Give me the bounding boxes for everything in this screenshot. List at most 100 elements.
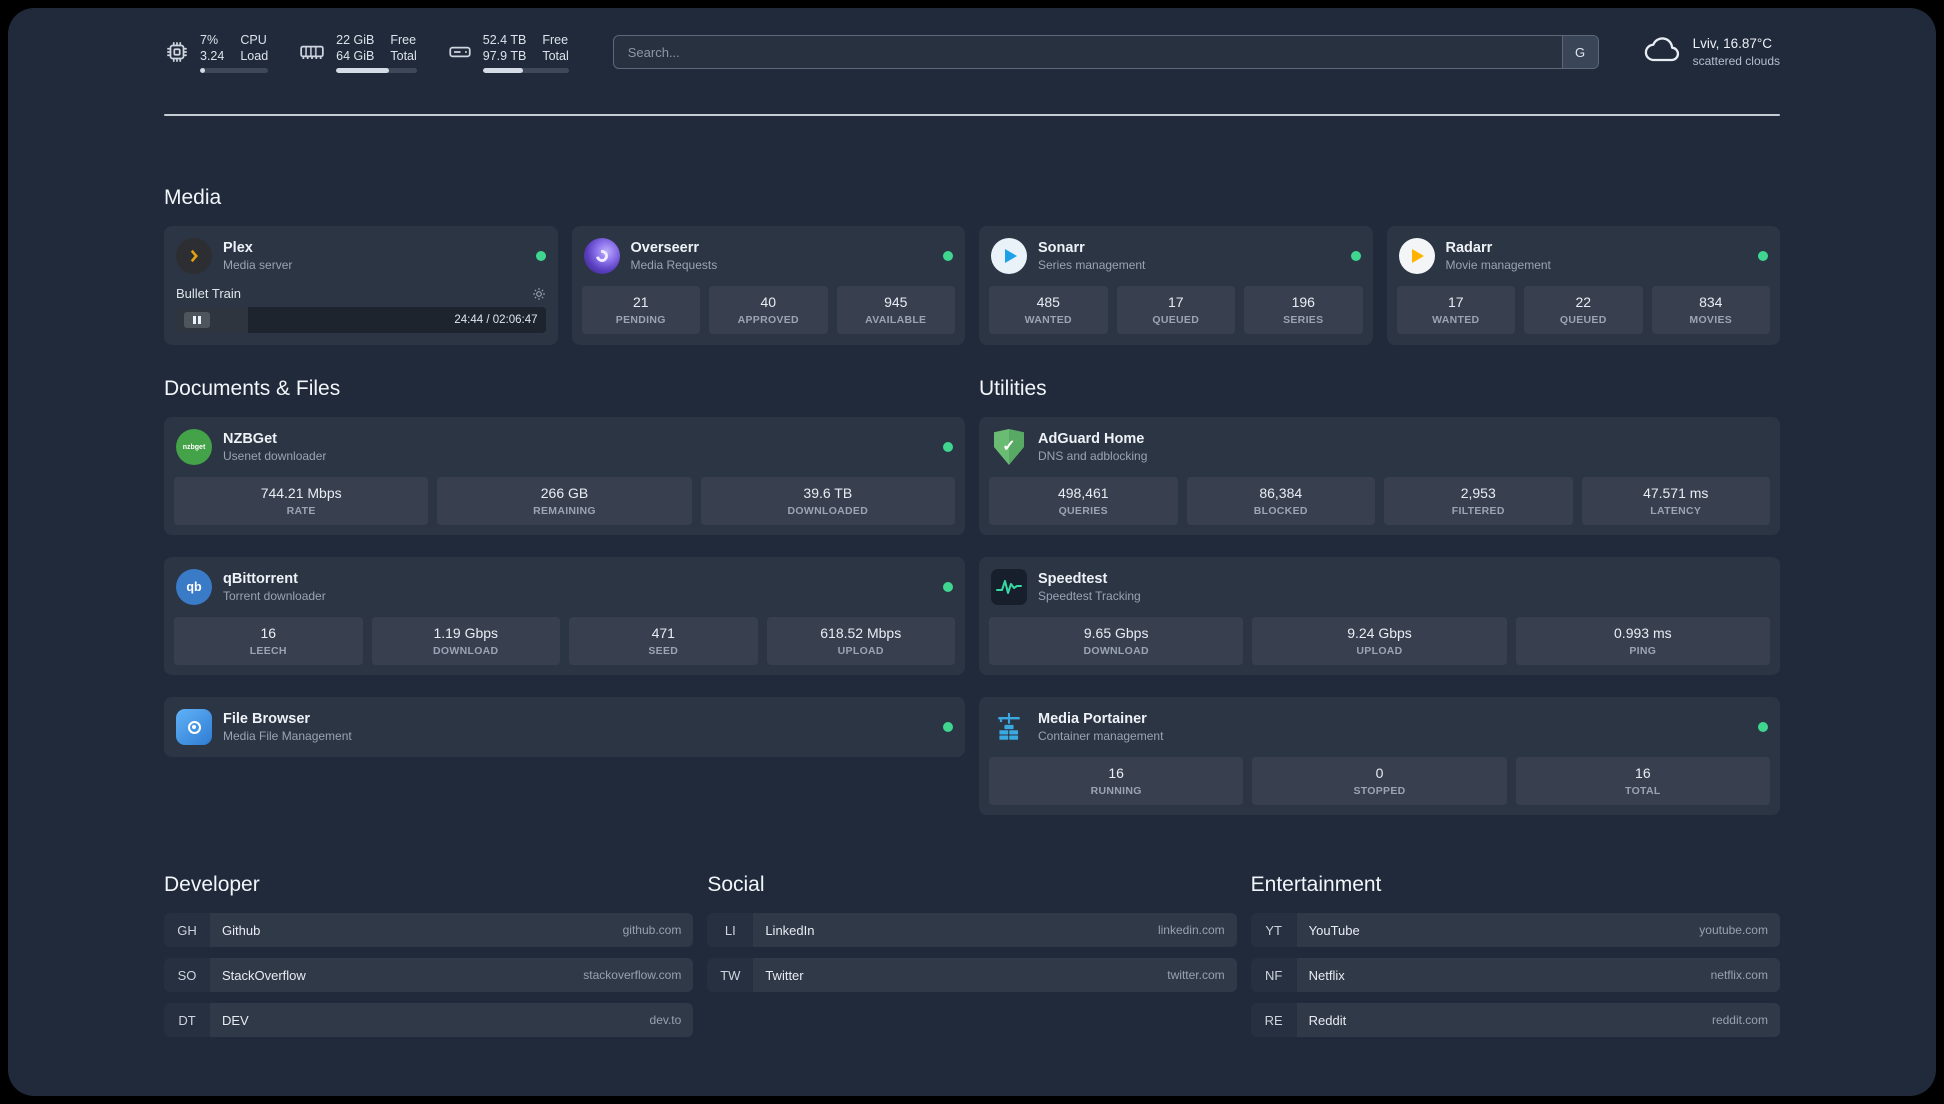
cpu-widget: 7% 3.24 CPU Load <box>164 32 269 73</box>
stat-latency: 47.571 ms LATENCY <box>1581 477 1770 525</box>
stat-download: 9.65 Gbps DOWNLOAD <box>989 617 1244 665</box>
sonarr-icon <box>991 238 1027 274</box>
service-subtitle: Media server <box>223 258 293 272</box>
speedtest-icon <box>991 569 1027 605</box>
cpu-load-label: Load <box>240 48 269 63</box>
memory-total-label: Total <box>390 48 417 63</box>
service-card-file-browser[interactable]: File Browser Media File Management <box>164 697 965 757</box>
service-card-media-portainer[interactable]: Media Portainer Container management 16 … <box>979 697 1780 815</box>
check-icon: ✓ <box>1002 437 1016 455</box>
bookmark-name: Netflix <box>1308 967 1345 983</box>
overseerr-icon <box>583 238 620 274</box>
stat-approved: 40 APPROVED <box>709 286 828 334</box>
status-dot <box>535 251 546 261</box>
service-name: Radarr <box>1445 240 1493 256</box>
dashboard: 7% 3.24 CPU Load 22 GiB 64 GiB Free Tota… <box>8 8 1936 1096</box>
stat-rate: 744.21 Mbps RATE <box>174 477 429 525</box>
bookmark-abbr: RE <box>1251 1003 1297 1037</box>
stat-wanted: 485 WANTED <box>989 286 1108 334</box>
bookmark-github[interactable]: GH Github github.com <box>164 913 694 947</box>
bookmark-abbr: NF <box>1251 958 1297 992</box>
stat-blocked: 86,384 BLOCKED <box>1186 477 1375 525</box>
section-title-social: Social <box>707 873 765 896</box>
service-card-speedtest[interactable]: Speedtest Speedtest Tracking 9.65 Gbps D… <box>979 557 1780 675</box>
bookmark-reddit[interactable]: RE Reddit reddit.com <box>1251 1003 1780 1037</box>
cpu-load-value: 3.24 <box>200 48 225 63</box>
bookmark-url: twitter.com <box>1167 968 1225 982</box>
topbar: 7% 3.24 CPU Load 22 GiB 64 GiB Free Tota… <box>164 30 1780 74</box>
service-subtitle: Media File Management <box>223 729 352 743</box>
weather-widget[interactable]: Lviv, 16.87°C scattered clouds <box>1643 35 1780 69</box>
memory-progress-bar <box>336 67 417 73</box>
section-title-entertainment: Entertainment <box>1250 873 1382 896</box>
bookmark-url: github.com <box>622 923 682 937</box>
bookmark-group-entertainment: Entertainment YT YouTube youtube.com NF … <box>1251 871 1780 1037</box>
service-card-adguard-home[interactable]: ✓ AdGuard Home DNS and adblocking 498,46… <box>979 417 1780 535</box>
cpu-label: CPU <box>240 32 267 47</box>
search-input[interactable] <box>612 35 1599 69</box>
qbittorrent-icon: qb <box>176 569 212 605</box>
memory-free-value: 22 GiB <box>336 32 375 47</box>
service-card-sonarr[interactable]: Sonarr Series management 485 WANTED 17 Q… <box>979 226 1373 345</box>
stat-total: 16 TOTAL <box>1515 757 1770 805</box>
service-name: AdGuard Home <box>1038 431 1145 447</box>
stat-available: 945 AVAILABLE <box>836 286 955 334</box>
cpu-usage-value: 7% <box>200 32 219 47</box>
gear-icon[interactable] <box>532 287 546 301</box>
stat-pending: 21 PENDING <box>581 286 700 334</box>
stat-filtered: 2,953 FILTERED <box>1384 477 1573 525</box>
service-card-nzbget[interactable]: nzbget NZBGet Usenet downloader 744.21 M… <box>164 417 965 535</box>
portainer-icon <box>991 709 1027 745</box>
bookmark-twitter[interactable]: TW Twitter twitter.com <box>707 958 1237 992</box>
memory-widget: 22 GiB 64 GiB Free Total <box>298 32 417 73</box>
service-name: qBittorrent <box>223 571 298 587</box>
search-provider-button[interactable]: G <box>1561 36 1598 68</box>
radarr-icon <box>1398 238 1435 274</box>
bookmark-name: Reddit <box>1308 1012 1347 1028</box>
service-name: File Browser <box>223 711 311 727</box>
stat-movies: 834 MOVIES <box>1651 286 1770 334</box>
player-time: 24:44 / 02:06:47 <box>454 314 538 326</box>
bookmark-dev[interactable]: DT DEV dev.to <box>164 1003 694 1037</box>
stat-remaining: 266 GB REMAINING <box>437 477 692 525</box>
service-subtitle: Speedtest Tracking <box>1038 589 1141 603</box>
memory-free-label: Free <box>390 32 417 47</box>
service-card-overseerr[interactable]: Overseerr Media Requests 21 PENDING 40 A… <box>571 226 965 345</box>
pause-icon[interactable] <box>184 312 210 328</box>
player-progress-bar[interactable]: 24:44 / 02:06:47 <box>176 307 546 333</box>
adguard-icon: ✓ <box>991 429 1027 465</box>
memory-icon <box>298 39 326 65</box>
weather-condition: scattered clouds <box>1692 54 1780 68</box>
bookmark-group-developer: Developer GH Github github.com SO StackO… <box>164 871 694 1037</box>
stat-leech: 16 LEECH <box>174 617 363 665</box>
status-dot <box>943 582 953 592</box>
stat-wanted: 17 WANTED <box>1396 286 1515 334</box>
nzbget-icon: nzbget <box>176 429 212 465</box>
search-bar: G <box>612 35 1599 69</box>
service-card-qbittorrent[interactable]: qb qBittorrent Torrent downloader 16 LEE… <box>164 557 965 675</box>
bookmark-url: reddit.com <box>1711 1013 1768 1027</box>
bookmark-netflix[interactable]: NF Netflix netflix.com <box>1251 958 1780 992</box>
cpu-progress-bar <box>200 67 269 73</box>
bookmark-url: youtube.com <box>1699 923 1768 937</box>
disk-progress-bar <box>482 67 569 73</box>
bookmark-linkedin[interactable]: LI LinkedIn linkedin.com <box>707 913 1237 947</box>
status-dot <box>1758 722 1768 732</box>
service-name: NZBGet <box>223 431 277 447</box>
stat-queued: 22 QUEUED <box>1524 286 1643 334</box>
section-title-developer: Developer <box>164 873 260 896</box>
bookmark-name: Github <box>222 922 261 938</box>
media-section: Plex Media server Bullet Train 24:44 / 0… <box>164 226 1780 345</box>
file-browser-icon <box>176 709 212 745</box>
bookmark-stackoverflow[interactable]: SO StackOverflow stackoverflow.com <box>164 958 694 992</box>
service-card-radarr[interactable]: Radarr Movie management 17 WANTED 22 QUE… <box>1386 226 1780 345</box>
bookmark-name: YouTube <box>1308 922 1360 938</box>
status-dot <box>1758 251 1768 261</box>
service-card-plex[interactable]: Plex Media server Bullet Train 24:44 / 0… <box>164 226 558 345</box>
memory-total-value: 64 GiB <box>336 48 375 63</box>
stat-upload: 9.24 Gbps UPLOAD <box>1252 617 1507 665</box>
service-subtitle: Movie management <box>1445 258 1551 272</box>
service-subtitle: Media Requests <box>630 258 718 272</box>
status-dot <box>1350 251 1361 261</box>
bookmark-youtube[interactable]: YT YouTube youtube.com <box>1251 913 1780 947</box>
